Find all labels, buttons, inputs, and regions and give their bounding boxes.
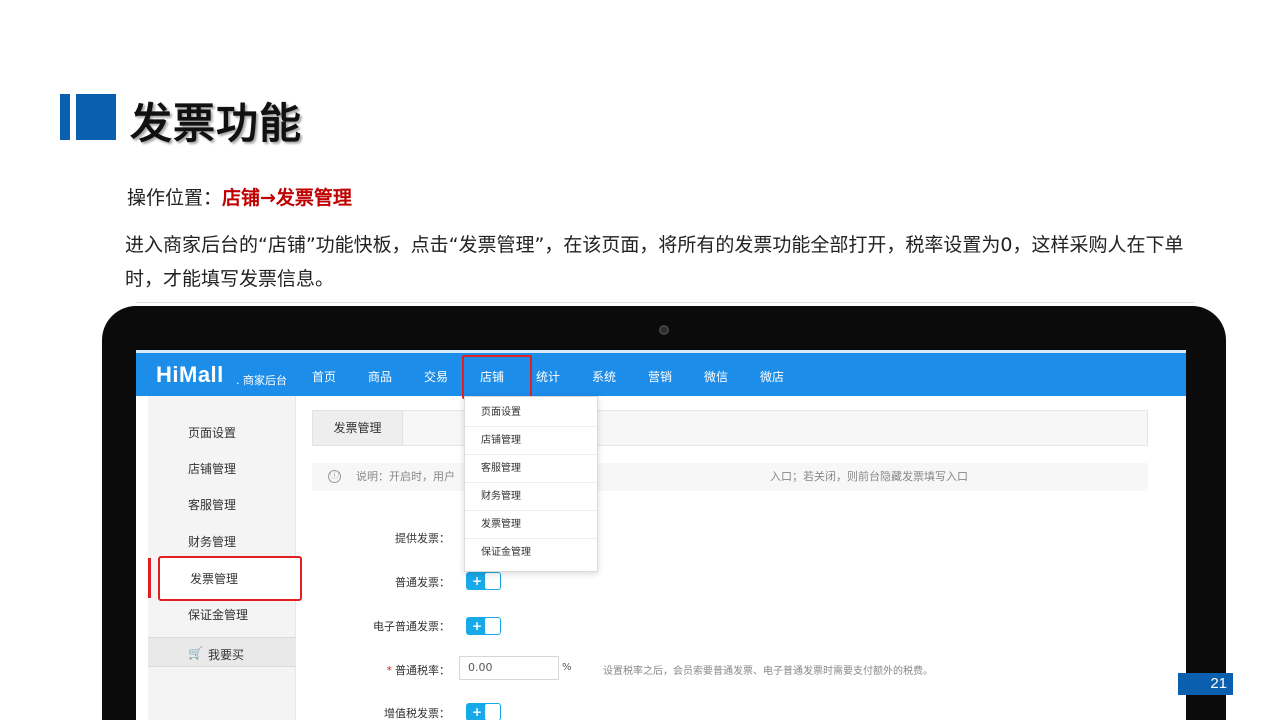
notice-text-end: 入口；若关闭，则前台隐藏发票填写入口 <box>770 470 968 483</box>
normal-invoice-label: 普通发票： <box>395 576 450 589</box>
nav-store-highlight <box>462 355 532 399</box>
nav-wechat[interactable]: 微信 <box>704 368 728 385</box>
cart-icon: 🛒 <box>188 646 203 660</box>
tab-invoice-manage[interactable]: 发票管理 <box>313 411 403 445</box>
dropdown-item-service-manage[interactable]: 客服管理 <box>465 455 597 483</box>
nav-marketing[interactable]: 营销 <box>648 368 672 385</box>
dropdown-item-invoice-manage[interactable]: 发票管理 <box>465 511 597 539</box>
e-invoice-label: 电子普通发票： <box>373 620 450 633</box>
nav-products[interactable]: 商品 <box>368 368 392 385</box>
sidebar-item-service-manage[interactable]: 客服管理 <box>188 496 236 513</box>
vat-invoice-toggle[interactable]: + <box>466 703 501 720</box>
toggle-plus-icon: + <box>472 574 483 588</box>
nav-system[interactable]: 系统 <box>592 368 616 385</box>
divider <box>136 302 1194 303</box>
vat-invoice-label: 增值税发票： <box>384 707 450 720</box>
rate-input[interactable]: 0.00 <box>459 656 559 680</box>
notice-bar: ⓘ 说明：开启时，用户 入口；若关闭，则前台隐藏发票填写入口 <box>312 463 1148 491</box>
toggle-plus-icon: + <box>472 619 483 633</box>
rate-label: * 普通税率： <box>330 662 451 678</box>
e-invoice-toggle[interactable]: + <box>466 617 501 635</box>
sidebar-item-invoice-manage[interactable]: 发票管理 <box>190 570 238 587</box>
buy-button[interactable]: 🛒 我要买 <box>148 637 296 667</box>
sidebar-item-store-manage[interactable]: 店铺管理 <box>188 460 236 477</box>
required-asterisk: * <box>386 664 393 677</box>
rate-hint: 设置税率之后，会员索要普通发票、电子普通发票时需要支付额外的税费。 <box>603 666 933 677</box>
nav-trade[interactable]: 交易 <box>424 368 448 385</box>
toggle-knob <box>485 618 500 634</box>
dropdown-item-finance-manage[interactable]: 财务管理 <box>465 483 597 511</box>
store-dropdown-menu: 页面设置 店铺管理 客服管理 财务管理 发票管理 保证金管理 <box>464 396 598 572</box>
slide-description: 进入商家后台的“店铺”功能快板，点击“发票管理”，在该页面，将所有的发票功能全部… <box>125 234 1184 290</box>
provide-invoice-label: 提供发票： <box>395 532 450 545</box>
logo: HiMall <box>156 362 224 387</box>
operation-location: 操作位置：店铺→发票管理 <box>127 183 352 210</box>
toggle-knob <box>485 573 500 589</box>
title-accent-block <box>76 94 116 140</box>
notice-text-start: 说明：开启时，用户 <box>356 470 455 483</box>
tab-bar: 发票管理 <box>312 410 1148 446</box>
toggle-knob <box>485 704 500 720</box>
dropdown-item-page-settings[interactable]: 页面设置 <box>465 399 597 427</box>
toggle-plus-icon: + <box>472 705 483 719</box>
sidebar-item-deposit-manage[interactable]: 保证金管理 <box>188 606 248 623</box>
top-nav: HiMall . 商家后台 首页 商品 交易 店铺 统计 系统 营销 微信 微店 <box>136 350 1186 399</box>
sidebar: 页面设置 店铺管理 客服管理 财务管理 发票管理 保证金管理 🛒 我要买 <box>148 396 302 720</box>
logo-subtitle: . 商家后台 <box>236 374 287 387</box>
rate-unit: % <box>562 662 572 673</box>
info-icon: ⓘ <box>328 470 341 483</box>
title-accent-stripe <box>60 94 70 140</box>
slide-title: 发票功能 <box>130 99 303 148</box>
camera-icon <box>659 325 669 335</box>
dropdown-item-store-manage[interactable]: 店铺管理 <box>465 427 597 455</box>
app-screen: HiMall . 商家后台 首页 商品 交易 店铺 统计 系统 营销 微信 微店… <box>136 350 1186 720</box>
title-accent-bar <box>60 94 116 140</box>
sidebar-active-marker <box>148 558 151 598</box>
nav-stats[interactable]: 统计 <box>536 368 560 385</box>
buy-label: 我要买 <box>208 648 245 662</box>
nav-microstore[interactable]: 微店 <box>760 368 784 385</box>
sidebar-item-finance-manage[interactable]: 财务管理 <box>188 533 236 550</box>
dropdown-item-deposit-manage[interactable]: 保证金管理 <box>465 539 597 567</box>
normal-invoice-toggle[interactable]: + <box>466 572 501 590</box>
operation-path: 店铺→发票管理 <box>222 187 352 209</box>
page-number: 21 <box>1178 673 1233 695</box>
sidebar-item-page-settings[interactable]: 页面设置 <box>188 424 236 441</box>
nav-home[interactable]: 首页 <box>312 368 336 385</box>
rate-label-text: 普通税率： <box>395 664 450 677</box>
operation-label: 操作位置： <box>127 187 223 209</box>
